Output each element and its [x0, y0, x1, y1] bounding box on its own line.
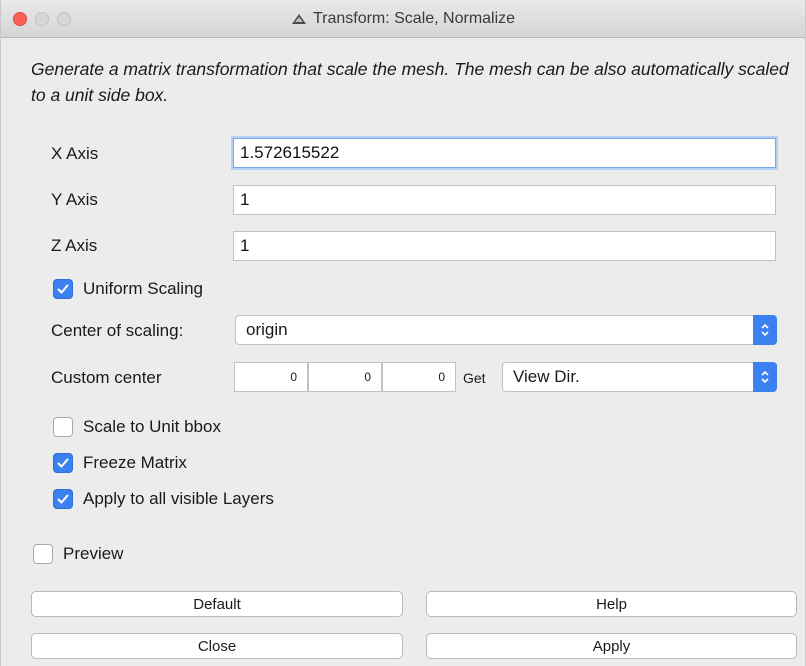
checkbox-empty-icon: [53, 417, 73, 437]
uniform-scaling-label: Uniform Scaling: [83, 279, 203, 298]
apply-all-layers-checkbox[interactable]: Apply to all visible Layers: [53, 489, 274, 509]
y-axis-label: Y Axis: [51, 190, 98, 209]
x-axis-input[interactable]: 1.572615522: [233, 138, 776, 168]
preview-label: Preview: [63, 544, 124, 563]
apply-button[interactable]: Apply: [426, 633, 797, 659]
apply-all-layers-label: Apply to all visible Layers: [83, 489, 274, 508]
x-axis-label: X Axis: [51, 144, 99, 163]
custom-center-z-input[interactable]: 0: [382, 362, 456, 392]
filter-description: Generate a matrix transformation that sc…: [31, 59, 789, 105]
checkmark-icon: [53, 489, 73, 509]
custom-center-y-input[interactable]: 0: [308, 362, 382, 392]
freeze-matrix-label: Freeze Matrix: [83, 453, 187, 472]
checkbox-empty-icon: [33, 544, 53, 564]
select-updown-icon: [753, 315, 777, 345]
direction-select[interactable]: View Dir.: [502, 362, 777, 392]
uniform-scaling-checkbox[interactable]: Uniform Scaling: [53, 279, 203, 299]
center-of-scaling-value: origin: [246, 320, 288, 339]
center-of-scaling-select[interactable]: origin: [235, 315, 777, 345]
center-of-scaling-label: Center of scaling:: [51, 321, 184, 340]
custom-center-label: Custom center: [51, 368, 162, 387]
title-bar: Transform: Scale, Normalize: [1, 0, 805, 38]
scale-to-unit-bbox-label: Scale to Unit bbox: [83, 417, 221, 436]
default-button[interactable]: Default: [31, 591, 403, 617]
y-axis-input[interactable]: 1: [233, 185, 776, 215]
scale-to-unit-bbox-checkbox[interactable]: Scale to Unit bbox: [53, 417, 221, 437]
meshlab-app-icon: [291, 12, 307, 26]
window-title: Transform: Scale, Normalize: [312, 10, 516, 27]
title-area: Transform: Scale, Normalize: [1, 0, 805, 38]
checkmark-icon: [53, 453, 73, 473]
checkmark-icon: [53, 279, 73, 299]
close-button[interactable]: Close: [31, 633, 403, 659]
z-axis-input[interactable]: 1: [233, 231, 776, 261]
direction-value: View Dir.: [513, 367, 580, 386]
dialog-window: Transform: Scale, Normalize Generate a m…: [0, 0, 806, 666]
get-label: Get: [463, 370, 486, 386]
z-axis-label: Z Axis: [51, 236, 98, 255]
freeze-matrix-checkbox[interactable]: Freeze Matrix: [53, 453, 187, 473]
preview-checkbox[interactable]: Preview: [33, 544, 123, 564]
help-button[interactable]: Help: [426, 591, 797, 617]
select-updown-icon: [753, 362, 777, 392]
custom-center-x-input[interactable]: 0: [234, 362, 308, 392]
